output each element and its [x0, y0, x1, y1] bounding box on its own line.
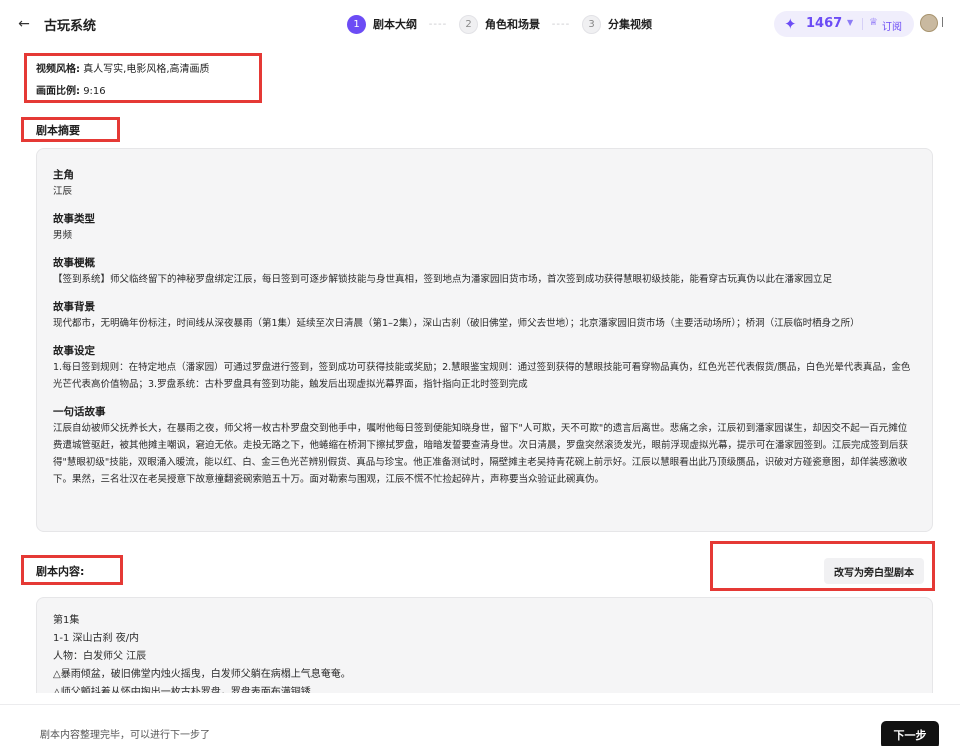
block-body: 江辰 [53, 186, 73, 197]
step-outline[interactable]: 1 剧本大纲 [347, 14, 417, 34]
summary-section-title: 剧本摘要 [36, 124, 80, 137]
summary-block-logline: 一句话故事 江辰自幼被师父抚养长大，在暴雨之夜，师父将一枚古朴罗盘交到他手中，嘱… [53, 404, 916, 488]
avatar[interactable] [920, 14, 938, 32]
script-line: 1-1 深山古刹 夜/内 [53, 633, 140, 644]
step-separator: ---- [428, 18, 448, 30]
menu-edge-icon [939, 17, 943, 27]
summary-block-settings: 故事设定 1.每日签到规则：在特定地点（潘家园）可通过罗盘进行签到，签到成功可获… [53, 343, 916, 393]
content-section-title: 剧本内容: [36, 565, 85, 578]
credits-pill[interactable]: ✦ 1467 ▼ ♕ 订阅 [774, 11, 914, 37]
summary-block-synopsis: 故事梗概 【签到系统】师父临终留下的神秘罗盘绑定江辰，每日签到可逐步解锁技能与身… [53, 255, 916, 288]
summary-block-genre: 故事类型 男频 [53, 211, 916, 244]
video-style-key: 视频风格: [36, 64, 80, 75]
next-step-button[interactable]: 下一步 [881, 721, 939, 746]
summary-block-background: 故事背景 现代都市，无明确年份标注，时间线从深夜暴雨（第1集）延续至次日清晨（第… [53, 299, 916, 332]
step-progress: 1 剧本大纲 ---- 2 角色和场景 ---- 3 分集视频 [347, 14, 652, 34]
block-title: 主角 [53, 169, 74, 181]
block-body: 现代都市，无明确年份标注，时间线从深夜暴雨（第1集）延续至次日清晨（第1–2集）… [53, 318, 860, 329]
script-line: △师父颤抖着从怀中掏出一枚古朴罗盘，罗盘表面布满铜锈 [53, 687, 311, 693]
sparkle-icon: ✦ [784, 15, 797, 33]
credit-balance: 1467 [806, 16, 843, 31]
script-line: △暴雨倾盆，破旧佛堂内烛火摇曳，白发师父躺在病榻上气息奄奄。 [53, 669, 351, 680]
block-title: 故事梗概 [53, 257, 95, 269]
divider [862, 18, 863, 30]
summary-panel: 主角 江辰 故事类型 男频 故事梗概 【签到系统】师父临终留下的神秘罗盘绑定江辰… [36, 148, 933, 532]
step-characters-scenes[interactable]: 2 角色和场景 [459, 14, 540, 34]
step-number-1: 1 [347, 14, 366, 34]
step-number-2: 2 [459, 14, 478, 34]
summary-block-protagonist: 主角 江辰 [53, 167, 916, 200]
top-bar: ← 古玩系统 1 剧本大纲 ---- 2 角色和场景 ---- 3 分集视频 ✦… [0, 0, 960, 48]
block-title: 一句话故事 [53, 406, 106, 418]
aspect-ratio-value: 9:16 [83, 86, 106, 97]
aspect-ratio-key: 画面比例: [36, 86, 80, 97]
aspect-ratio-row: 画面比例: 9:16 [36, 84, 210, 106]
step-label-outline: 剧本大纲 [373, 18, 417, 31]
script-line: 人物：白发师父 江辰 [53, 651, 147, 662]
video-style-value: 真人写实,电影风格,高清画质 [83, 64, 210, 75]
project-title: 古玩系统 [44, 19, 97, 34]
step-separator: ---- [551, 18, 571, 30]
block-body: 男频 [53, 230, 73, 241]
step-label-episodes: 分集视频 [608, 18, 652, 31]
rewrite-narration-button[interactable]: 改写为旁白型剧本 [824, 558, 924, 584]
subscribe-link[interactable]: 订阅 [882, 18, 902, 33]
footer-status-text: 剧本内容整理完毕，可以进行下一步了 [40, 730, 210, 741]
step-label-characters: 角色和场景 [485, 18, 540, 31]
footer-bar: 剧本内容整理完毕，可以进行下一步了 下一步 [0, 704, 960, 746]
chevron-down-icon[interactable]: ▼ [847, 18, 853, 27]
script-line: 第1集 [53, 615, 80, 626]
video-meta: 视频风格: 真人写实,电影风格,高清画质 画面比例: 9:16 [36, 62, 210, 106]
back-arrow-icon[interactable]: ← [14, 14, 34, 34]
block-title: 故事类型 [53, 213, 95, 225]
step-number-3: 3 [582, 14, 601, 34]
block-body: 江辰自幼被师父抚养长大，在暴雨之夜，师父将一枚古朴罗盘交到他手中，嘱咐他每日签到… [53, 423, 909, 485]
crown-icon: ♕ [869, 17, 878, 28]
block-body: 1.每日签到规则：在特定地点（潘家园）可通过罗盘进行签到，签到成功可获得技能或奖… [53, 362, 911, 390]
video-style-row: 视频风格: 真人写实,电影风格,高清画质 [36, 62, 210, 84]
step-episode-video[interactable]: 3 分集视频 [582, 14, 652, 34]
block-title: 故事设定 [53, 345, 95, 357]
block-body: 【签到系统】师父临终留下的神秘罗盘绑定江辰，每日签到可逐步解锁技能与身世真相，签… [53, 274, 833, 285]
script-content-panel[interactable]: 第1集 1-1 深山古刹 夜/内 人物：白发师父 江辰 △暴雨倾盆，破旧佛堂内烛… [36, 597, 933, 693]
block-title: 故事背景 [53, 301, 95, 313]
